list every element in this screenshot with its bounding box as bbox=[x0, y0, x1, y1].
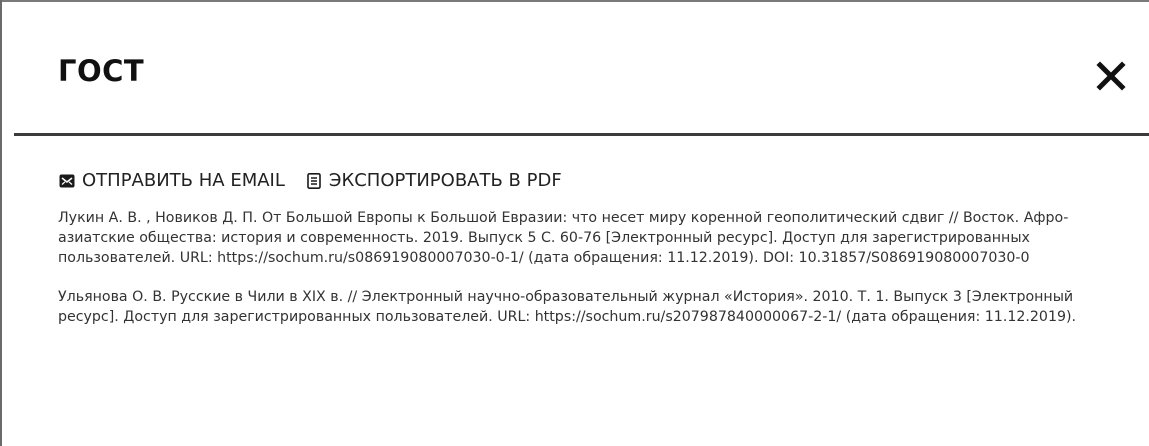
modal-left-border bbox=[0, 0, 2, 446]
envelope-icon bbox=[58, 172, 76, 190]
reference-item: Ульянова О. В. Русские в Чили в XIX в. /… bbox=[58, 289, 1077, 325]
citation-modal: ГОСТ ОТПРАВИТЬ НА EMAIL ЭКСПОРТИРОВАТЬ В… bbox=[0, 0, 1149, 446]
export-pdf-button[interactable]: ЭКСПОРТИРОВАТЬ В PDF bbox=[305, 170, 562, 191]
actions-bar: ОТПРАВИТЬ НА EMAIL ЭКСПОРТИРОВАТЬ В PDF bbox=[58, 170, 562, 191]
export-pdf-label: ЭКСПОРТИРОВАТЬ В PDF bbox=[328, 170, 562, 191]
send-email-button[interactable]: ОТПРАВИТЬ НА EMAIL bbox=[58, 170, 285, 191]
references-list: Лукин А. В. , Новиков Д. П. От Большой Е… bbox=[58, 208, 1138, 346]
modal-header: ГОСТ bbox=[14, 14, 1149, 134]
modal-title: ГОСТ bbox=[58, 54, 145, 88]
close-icon bbox=[1096, 61, 1126, 91]
modal-top-border bbox=[0, 0, 1149, 2]
document-icon bbox=[305, 172, 323, 190]
send-email-label: ОТПРАВИТЬ НА EMAIL bbox=[82, 170, 285, 191]
close-button[interactable] bbox=[1093, 58, 1129, 94]
header-divider bbox=[14, 133, 1149, 136]
reference-item: Лукин А. В. , Новиков Д. П. От Большой Е… bbox=[58, 210, 1069, 266]
